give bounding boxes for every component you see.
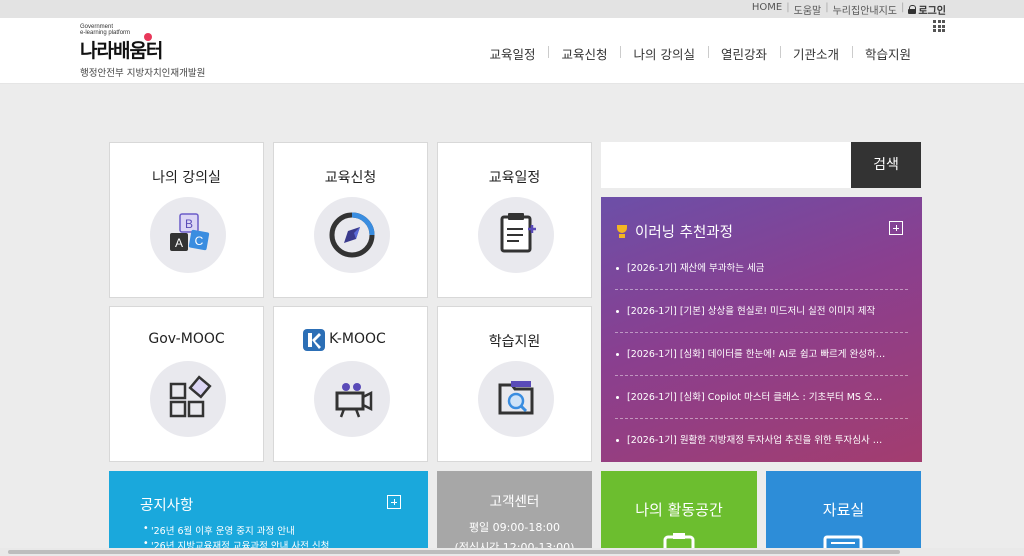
customer-center: 고객센터 평일 09:00-18:00 (점심시간 12:00-13:00) [437,471,592,556]
nav-apply[interactable]: 교육신청 [548,44,620,63]
tile-label: 교육일정 [488,170,541,186]
list-item[interactable]: [2026-1기] 원활한 지방재정 투자사업 추진을 위한 투자심사 … [615,419,908,462]
search-input[interactable] [601,142,851,188]
list-item[interactable]: [2026-1기] [심화] Copilot 마스터 클래스 : 기초부터 MS… [615,376,908,419]
elearning-panel: 이러닝 추천과정 [2026-1기] 재산에 부과하는 세금 [2026-1기]… [601,197,922,462]
tile-label: 나의 강의실 [152,170,221,186]
list-item[interactable]: [2026-1기] [심화] 데이터를 한눈에! AI로 쉽고 빠르게 완성하… [615,333,908,376]
separator: | [786,2,790,13]
elearning-more-button[interactable] [889,221,903,235]
login-link[interactable]: 로그인 [908,2,946,17]
list-item[interactable]: [2026-1기] 재산에 부과하는 세금 [615,247,908,290]
tile-label: K-MOOC [329,331,386,347]
nav-learning-support[interactable]: 학습지원 [851,44,924,63]
sitemap-link[interactable]: 누리집안내지도 [833,2,897,17]
cs-hours: 평일 09:00-18:00 [468,521,561,534]
k-mooc-logo [303,329,325,351]
logo-name: 나라배움터 [80,33,163,63]
tile-learning-support[interactable]: 학습지원 [437,306,592,462]
separator: | [901,2,905,13]
svg-text:A: A [175,236,183,250]
clipboard-icon [478,197,554,273]
trophy-icon [615,224,629,239]
library-button[interactable]: 자료실 [766,471,921,556]
utility-bar: HOME | 도움말 | 누리집안내지도 | 로그인 [0,0,1024,18]
nav-my-classroom[interactable]: 나의 강의실 [620,44,707,63]
login-label: 로그인 [918,6,946,17]
folder-search-icon [478,361,554,437]
logo-org: 행정안전부 지방자치인재개발원 [80,68,206,79]
nav-about[interactable]: 기관소개 [779,44,852,63]
my-activity-button[interactable]: 나의 활동공간 [601,471,757,556]
cs-title: 고객센터 [489,494,540,510]
abc-blocks-icon: B A C [150,197,226,273]
main-nav: 교육일정 교육신청 나의 강의실 열린강좌 기관소개 학습지원 [476,44,924,63]
search-button[interactable]: 검색 [851,142,921,188]
tile-gov-mooc[interactable]: Gov-MOOC [109,306,264,462]
tile-my-classroom[interactable]: 나의 강의실 B A C [109,142,264,298]
home-link[interactable]: HOME [752,2,782,17]
camera-icon [314,361,390,437]
list-item[interactable]: [2026-1기] [기본] 상상을 현실로! 미드저니 실전 이미지 제작 [615,290,908,333]
activity-title: 나의 활동공간 [635,501,723,519]
horizontal-scrollbar[interactable] [0,548,1024,556]
help-link[interactable]: 도움말 [794,2,822,17]
elearning-list: [2026-1기] 재산에 부과하는 세금 [2026-1기] [기본] 상상을… [615,247,908,462]
compass-icon [314,197,390,273]
tile-apply[interactable]: 교육신청 [273,142,428,298]
notice-more-button[interactable] [387,495,401,509]
lock-icon [908,5,917,14]
elearning-header: 이러닝 추천과정 [615,221,733,242]
elearning-title: 이러닝 추천과정 [635,225,733,241]
scrollbar-thumb[interactable] [8,550,900,554]
notice-title: 공지사항 [140,498,194,514]
svg-text:B: B [185,217,193,231]
logo-name-text: 나라배움터 [80,40,163,62]
tile-label: 교육신청 [324,170,377,186]
tile-k-mooc[interactable]: K-MOOC [273,306,428,462]
logo-dot-icon [144,33,152,41]
library-title: 자료실 [822,501,865,519]
utility-links: HOME | 도움말 | 누리집안내지도 | 로그인 [752,2,946,17]
tile-label: 학습지원 [488,334,541,350]
notice-panel: 공지사항 '26년 6월 이후 운영 중지 과정 안내 '26년 지방교육재정 … [109,471,428,556]
all-menu-icon[interactable] [933,20,945,32]
shapes-icon [150,361,226,437]
separator: | [825,2,829,13]
nav-open-lectures[interactable]: 열린강좌 [707,44,780,63]
nav-schedule[interactable]: 교육일정 [476,44,548,63]
site-logo[interactable]: Government e-learning platform 나라배움터 행정안… [80,24,205,79]
tile-schedule[interactable]: 교육일정 [437,142,592,298]
svg-text:C: C [195,234,204,248]
site-header: Government e-learning platform 나라배움터 행정안… [0,18,1024,84]
list-item[interactable]: '26년 6월 이후 운영 중지 과정 안내 [143,523,329,538]
tile-label: Gov-MOOC [148,331,225,347]
